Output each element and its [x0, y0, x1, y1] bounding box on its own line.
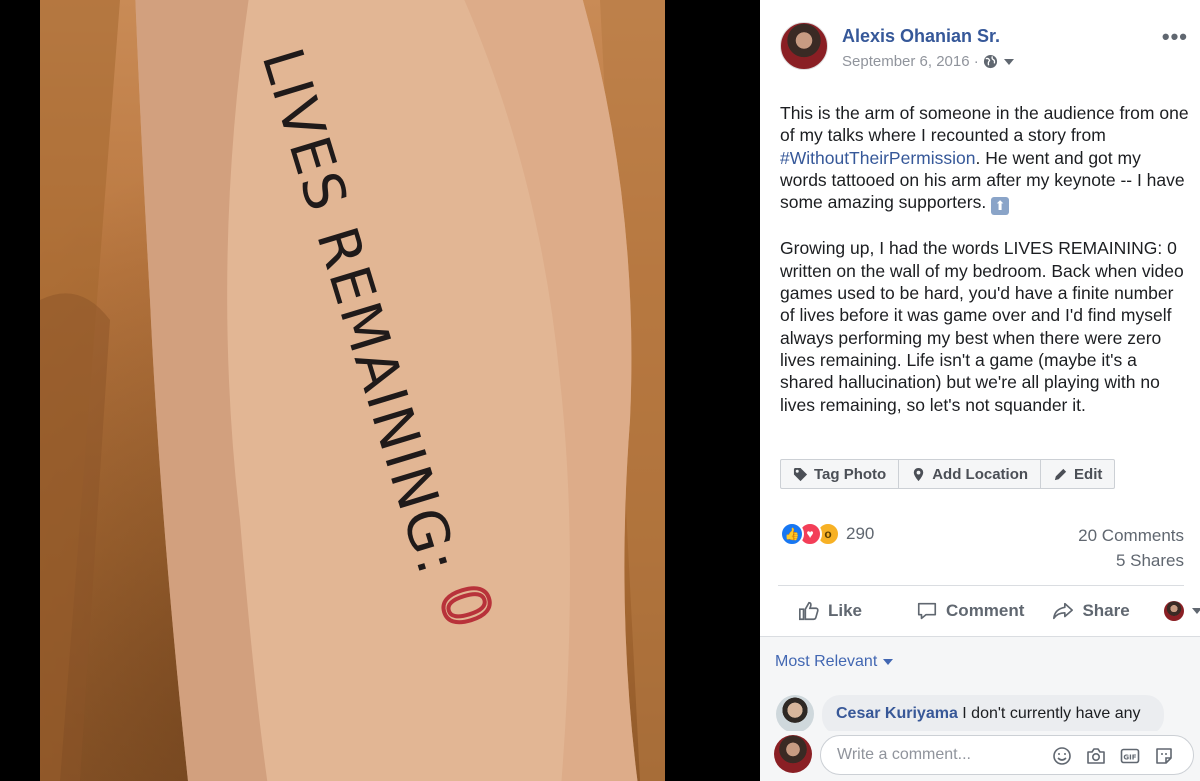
add-location-button[interactable]: Add Location — [899, 460, 1042, 488]
sticker-icon[interactable] — [1154, 746, 1174, 766]
like-button[interactable]: Like — [798, 600, 862, 622]
comment-sort-dropdown[interactable]: Most Relevant — [775, 653, 894, 671]
audience-caret-icon[interactable] — [1003, 58, 1014, 65]
chevron-down-icon — [1191, 608, 1200, 614]
post-text-part: This is the arm of someone in the audien… — [780, 103, 1189, 146]
comments-section: Most Relevant Cesar Kuriyama I don't cur… — [760, 636, 1200, 781]
sort-label: Most Relevant — [775, 653, 878, 670]
like-label: Like — [828, 601, 863, 620]
post-date[interactable]: September 6, 2016 · — [842, 53, 979, 70]
emoji-icon[interactable] — [1052, 746, 1072, 766]
reaction-summary[interactable]: 👍 ♥ o 290 — [780, 522, 874, 546]
post-paragraph-2: Growing up, I had the words LIVES REMAIN… — [780, 238, 1184, 415]
comment-button[interactable]: Comment — [916, 600, 1024, 622]
comments-count-link[interactable]: 20 Comments — [1078, 526, 1184, 546]
tag-photo-label: Tag Photo — [814, 465, 887, 483]
photo-actions: Tag Photo Add Location Edit — [780, 459, 1116, 489]
hashtag-link[interactable]: #WithoutTheirPermission — [780, 148, 975, 168]
comment-bubble: Cesar Kuriyama I don't currently have an… — [822, 695, 1164, 735]
commenter-name[interactable]: Cesar Kuriyama — [836, 705, 958, 722]
post-body: This is the arm of someone in the audien… — [780, 102, 1190, 438]
share-button[interactable]: Share — [1052, 600, 1130, 622]
chevron-down-icon — [883, 659, 894, 665]
reaction-count: 290 — [846, 524, 875, 543]
gif-icon[interactable]: GIF — [1120, 746, 1140, 766]
edit-button[interactable]: Edit — [1041, 460, 1114, 488]
post-header: Alexis Ohanian Sr. September 6, 2016 · •… — [778, 20, 1188, 74]
profile-avatar-icon — [1163, 601, 1184, 621]
comment-composer: GIF — [760, 731, 1200, 781]
comment-item: Cesar Kuriyama I don't currently have an… — [776, 695, 1196, 735]
tag-photo-button[interactable]: Tag Photo — [781, 460, 900, 488]
share-label: Share — [1082, 601, 1130, 620]
comment-label: Comment — [946, 601, 1025, 620]
share-arrow-icon — [1053, 602, 1074, 620]
divider — [778, 585, 1184, 586]
pencil-icon — [1054, 468, 1067, 480]
like-reaction-icon: 👍 — [780, 522, 804, 546]
photo-viewer: LIVES REMAINING: 0 — [0, 0, 760, 781]
post-action-bar: Like Comment Share — [780, 592, 1200, 630]
edit-label: Edit — [1074, 465, 1103, 483]
add-location-label: Add Location — [932, 465, 1029, 483]
post-paragraph-1: This is the arm of someone in the audien… — [780, 102, 1190, 216]
tattoo-arm-image: LIVES REMAINING: 0 — [40, 0, 665, 781]
post-side-panel: Alexis Ohanian Sr. September 6, 2016 · •… — [760, 0, 1200, 781]
svg-text:GIF: GIF — [1123, 754, 1136, 762]
post-as-selector[interactable] — [1163, 601, 1200, 621]
author-name[interactable]: Alexis Ohanian Sr. — [842, 26, 1000, 47]
globe-icon[interactable] — [983, 54, 998, 69]
location-pin-icon — [914, 467, 924, 481]
speech-bubble-icon — [917, 602, 937, 620]
tag-icon — [793, 467, 808, 481]
composer-icons: GIF — [1052, 746, 1174, 766]
thumbs-up-icon — [799, 601, 819, 621]
author-avatar[interactable] — [780, 22, 828, 70]
comment-text: I don't currently have any — [957, 705, 1141, 722]
up-arrow-emoji-icon: ⬆ — [991, 197, 1010, 216]
shares-count-link[interactable]: 5 Shares — [1116, 551, 1184, 571]
more-options-icon[interactable]: ••• — [1162, 24, 1188, 50]
my-avatar — [774, 735, 812, 773]
camera-icon[interactable] — [1086, 746, 1106, 766]
post-meta: September 6, 2016 · — [842, 53, 1014, 70]
commenter-avatar[interactable] — [776, 695, 814, 733]
post-photo[interactable]: LIVES REMAINING: 0 — [40, 0, 665, 781]
